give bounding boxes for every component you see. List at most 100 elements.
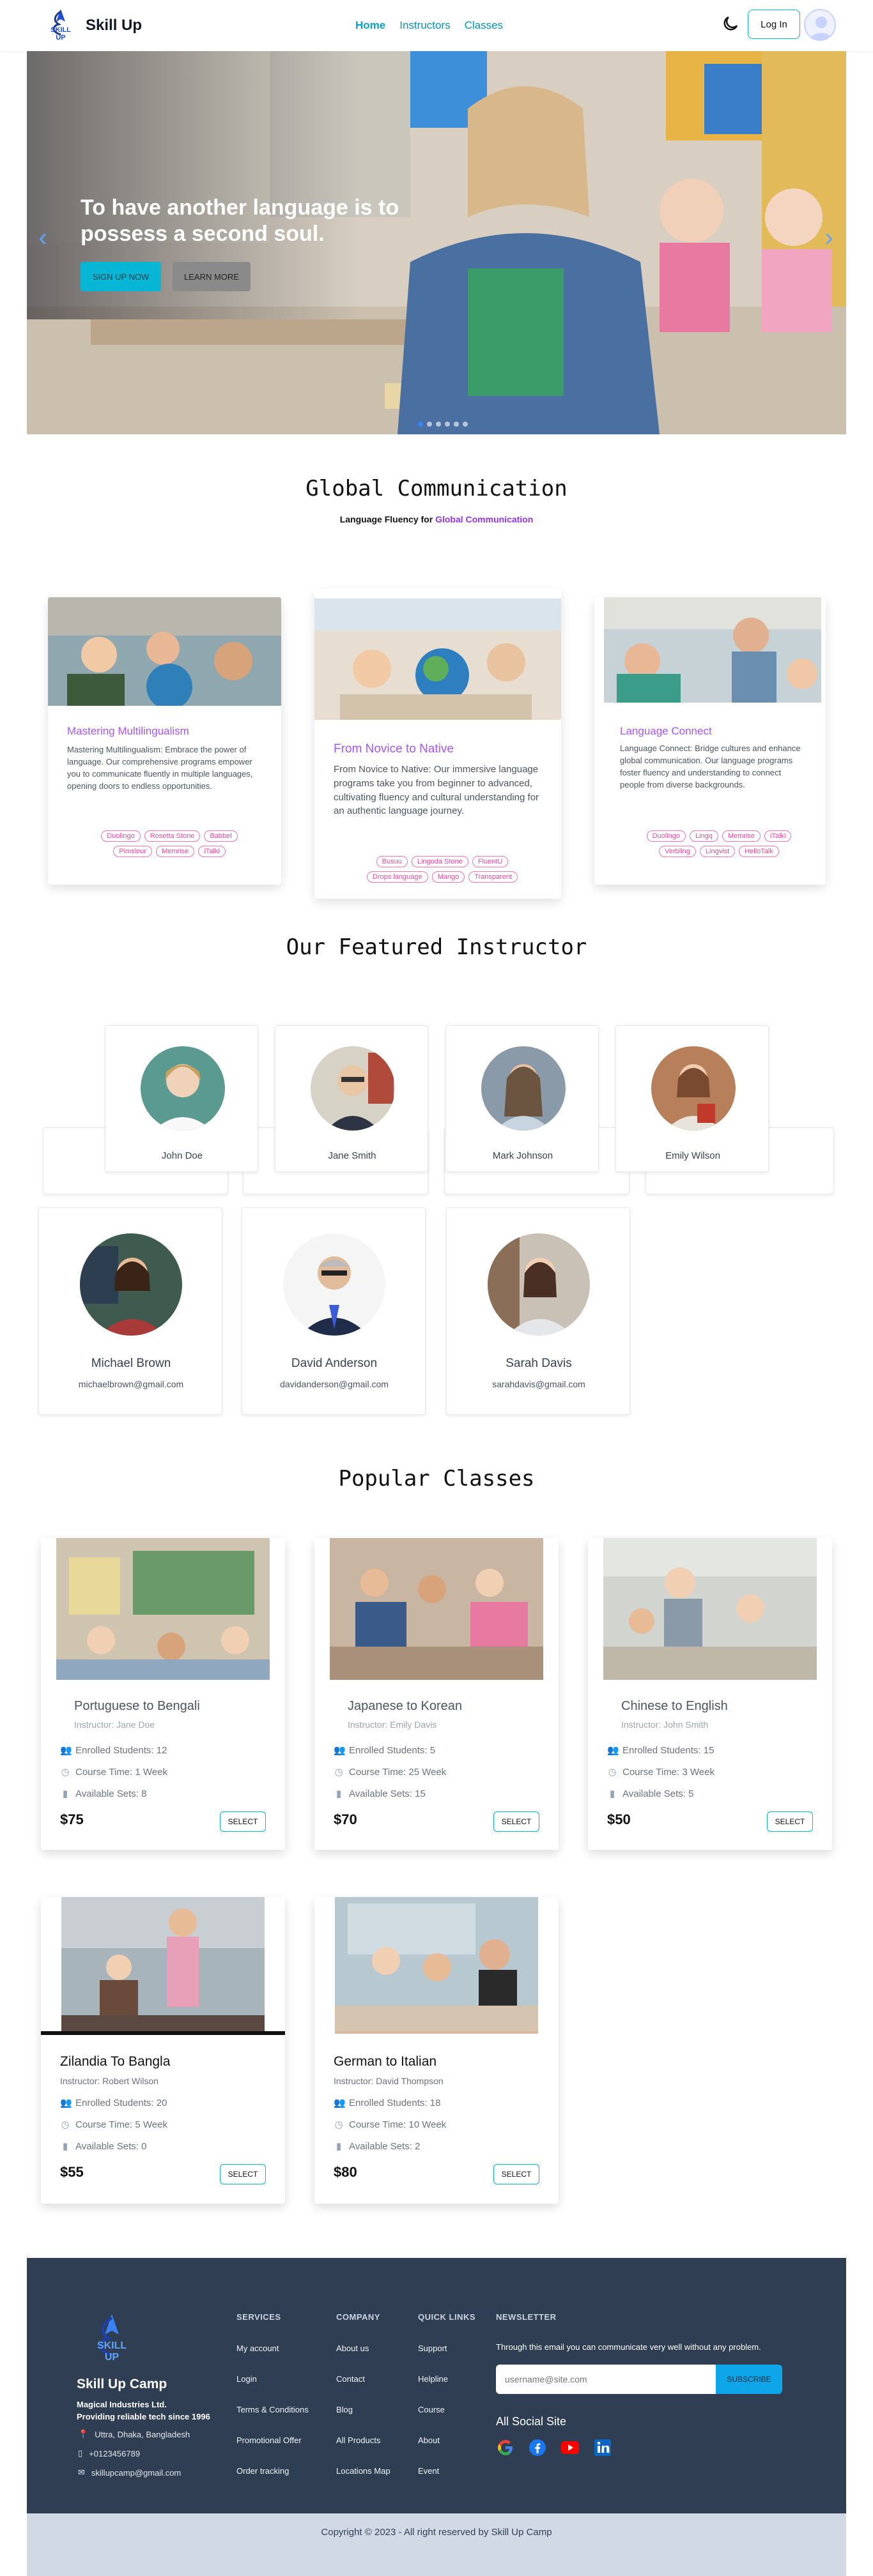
slider-dot[interactable] [436, 422, 441, 427]
user-avatar[interactable] [804, 9, 836, 41]
image-divider [41, 2031, 285, 2035]
slider-dot[interactable] [445, 422, 450, 427]
instructor-email[interactable]: davidanderson@gmail.com [242, 1379, 426, 1389]
instructor-email[interactable]: sarahdavis@gmail.com [447, 1379, 631, 1389]
footer-link[interactable]: All Products [336, 2435, 380, 2445]
class-enrolled: 👥 Enrolled Students: 12 [60, 1745, 167, 1756]
learn-more-button[interactable]: LEARN MORE [173, 262, 251, 291]
sets-text: Available Sets: 2 [349, 2141, 421, 2152]
instructor-email[interactable]: michaelbrown@gmail.com [39, 1379, 223, 1389]
instructor-card[interactable]: Jane Smith [275, 1025, 428, 1172]
instructor-name: David Anderson [291, 1357, 378, 1370]
location-icon: 📍 [78, 2429, 89, 2439]
class-sets: ▮ Available Sets: 8 [60, 1788, 147, 1799]
nav-link-classes[interactable]: Classes [465, 19, 503, 32]
clock-icon: ◷ [61, 2119, 70, 2130]
phone-text: +0123456789 [89, 2448, 141, 2458]
google-icon[interactable] [496, 2438, 515, 2457]
footer-link[interactable]: Event [418, 2466, 439, 2476]
tag[interactable]: Lingvist [699, 846, 736, 857]
footer-address: 📍 Uttra, Dhaka, Bangladesh [78, 2429, 190, 2439]
footer-link[interactable]: Course [418, 2405, 445, 2414]
class-image [56, 1538, 270, 1680]
nav-link-home[interactable]: Home [355, 19, 385, 32]
tag[interactable]: FluentU [472, 856, 509, 867]
footer-link[interactable]: About us [336, 2344, 369, 2353]
class-image [61, 1897, 265, 2031]
footer-link[interactable]: Promotional Offer [236, 2435, 302, 2445]
tag[interactable]: Memrise [722, 830, 761, 842]
footer-link[interactable]: Terms & Conditions [236, 2405, 309, 2414]
tag[interactable]: Verbling [659, 846, 696, 857]
tag[interactable]: Lingoda Stone [411, 856, 468, 867]
services-heading: SERVICES [236, 2312, 281, 2322]
instructor-card[interactable]: Sarah Davis sarahdavis@gmail.com [446, 1207, 630, 1415]
footer-link[interactable]: Blog [336, 2405, 353, 2414]
instructor-card[interactable]: David Anderson davidanderson@gmail.com [242, 1207, 426, 1415]
enrolled-text: Enrolled Students: 20 [75, 2098, 167, 2108]
tag[interactable]: Drops language [366, 871, 428, 883]
tag[interactable]: Pimsleur [113, 846, 153, 857]
users-icon: 👥 [60, 2097, 72, 2108]
newsletter-heading: NEWSLETTER [496, 2312, 557, 2322]
instructor-name: John Doe [161, 1150, 203, 1161]
tag[interactable]: Rosetta Stone [144, 830, 201, 842]
instructor-card[interactable]: Emily Wilson [615, 1025, 769, 1172]
select-button[interactable]: SELECT [493, 1811, 539, 1832]
footer-link[interactable]: Contact [336, 2374, 365, 2384]
slider-dot[interactable] [418, 422, 423, 427]
footer-link[interactable]: My account [236, 2344, 279, 2353]
footer-link[interactable]: Order tracking [236, 2466, 289, 2476]
youtube-icon[interactable] [560, 2438, 580, 2457]
instructor-card[interactable]: Michael Brown michaelbrown@gmail.com [38, 1207, 222, 1415]
facebook-icon[interactable] [528, 2438, 547, 2457]
tag[interactable]: Transparent [468, 871, 518, 883]
select-button[interactable]: SELECT [493, 2164, 539, 2184]
tag[interactable]: Babbel [204, 830, 238, 842]
skill-up-logo[interactable]: SKILL UP [43, 6, 78, 43]
login-button[interactable]: Log In [748, 10, 800, 39]
moon-icon[interactable] [721, 14, 740, 33]
tag[interactable]: Duolingo [646, 830, 686, 842]
subscribe-button[interactable]: SUBSCRIBE [716, 2365, 782, 2394]
footer-company: Magical Industries Ltd. [77, 2400, 167, 2409]
footer-link[interactable]: About [418, 2435, 440, 2445]
select-button[interactable]: SELECT [767, 1811, 813, 1832]
email-text[interactable]: skillupcamp@gmail.com [91, 2468, 181, 2478]
instructor-card[interactable]: Mark Johnson [445, 1025, 599, 1172]
class-enrolled: 👥 Enrolled Students: 20 [60, 2098, 167, 2108]
tag[interactable]: Busuu [376, 856, 408, 867]
slider-next-icon[interactable]: › [819, 225, 838, 250]
footer: SKILL UP Skill Up Camp Magical Industrie… [27, 2258, 846, 2513]
select-button[interactable]: SELECT [220, 2164, 266, 2184]
instructor-name: Jane Smith [328, 1150, 376, 1161]
tag[interactable]: Memrise [156, 846, 195, 857]
slider-dot[interactable] [427, 422, 432, 427]
clock-icon: ◷ [608, 1766, 617, 1778]
newsletter-email-input[interactable] [496, 2365, 716, 2394]
slider-dot[interactable] [463, 422, 468, 427]
tag[interactable]: iTalki [764, 830, 792, 842]
linkedin-icon[interactable] [593, 2438, 612, 2457]
class-instructor: Instructor: John Smith [621, 1719, 709, 1730]
tag[interactable]: Duolingo [101, 830, 141, 842]
select-button[interactable]: SELECT [220, 1811, 266, 1832]
tag[interactable]: iTalki [198, 846, 226, 857]
tag[interactable]: Mango [431, 871, 465, 883]
brand-name[interactable]: Skill Up [86, 17, 142, 34]
slider-prev-icon[interactable]: ‹ [33, 225, 52, 250]
sign-up-button[interactable]: SIGN UP NOW [81, 262, 161, 291]
footer-link[interactable]: Helpline [418, 2374, 448, 2384]
slider-dot[interactable] [454, 422, 459, 427]
nav-link-instructors[interactable]: Instructors [399, 19, 450, 32]
footer-link[interactable]: Login [236, 2374, 257, 2384]
footer-link[interactable]: Locations Map [336, 2466, 390, 2476]
enrolled-text: Enrolled Students: 15 [622, 1745, 715, 1756]
footer-phone: ▯ +0123456789 [78, 2448, 140, 2458]
instructor-card[interactable]: John Doe [105, 1025, 258, 1172]
tag[interactable]: Lingq [689, 830, 718, 842]
tag[interactable]: HelloTalk [739, 846, 779, 857]
class-price: $70 [334, 1811, 357, 1827]
users-icon: 👥 [334, 1744, 346, 1756]
footer-link[interactable]: Support [418, 2344, 447, 2353]
